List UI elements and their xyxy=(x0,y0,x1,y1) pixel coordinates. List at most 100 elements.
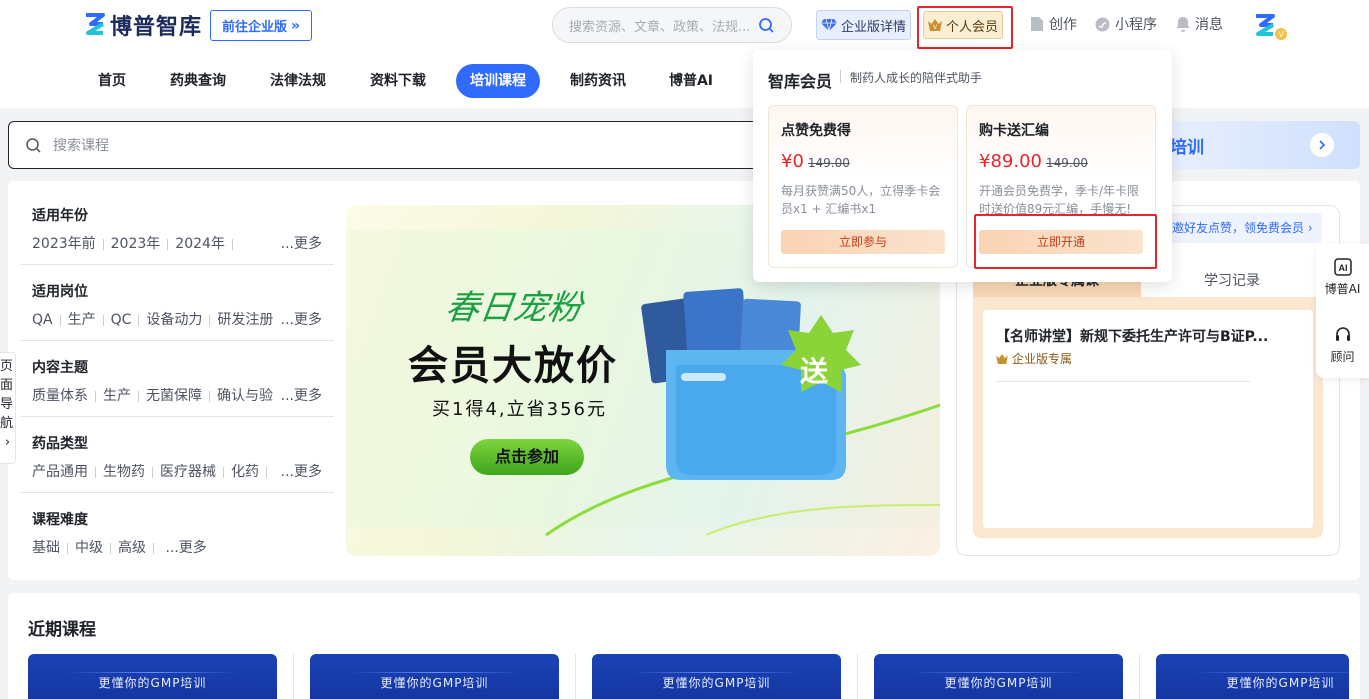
nav-downloads[interactable]: 资料下载 xyxy=(364,64,432,98)
brand-name[interactable]: 博普智库 xyxy=(110,9,202,41)
filter-more-link[interactable]: ...更多 xyxy=(276,385,322,405)
nav-news[interactable]: 制药资讯 xyxy=(564,64,632,98)
hero-cta-button[interactable]: 点击参加 xyxy=(470,439,584,475)
chevron-right-icon: › xyxy=(1307,221,1313,235)
divider xyxy=(1139,654,1140,699)
user-avatar-icon[interactable]: V xyxy=(1254,12,1288,42)
filter-difficulty: 课程难度 基础 中级 高级 ...更多 xyxy=(20,509,334,561)
filter-year: 适用年份 2023年前 2023年 2024年 ...更多 xyxy=(20,205,334,265)
filter-option[interactable]: QC xyxy=(111,312,132,328)
filter-option[interactable]: 2024年 xyxy=(175,236,225,252)
nav-home[interactable]: 首页 xyxy=(86,64,138,98)
vip-crown-icon xyxy=(996,353,1008,364)
divider xyxy=(1196,672,1349,673)
filter-more-link[interactable]: ...更多 xyxy=(276,233,322,253)
messages-label: 消息 xyxy=(1195,17,1223,33)
brand-logo-icon[interactable] xyxy=(84,12,106,36)
filter-more-link[interactable]: ...更多 xyxy=(165,540,206,556)
create-link[interactable]: 创作 xyxy=(1030,14,1077,34)
miniprogram-label: 小程序 xyxy=(1115,17,1157,33)
filter-option[interactable]: 医疗器械 xyxy=(160,464,216,480)
course-list-item[interactable]: 【名师讲堂】新规下委托生产许可与B证P... xyxy=(996,326,1268,346)
course-card-thumbnail[interactable]: 更懂你的GMP培训 xyxy=(592,654,841,699)
filter-option[interactable]: 基础 xyxy=(32,540,60,556)
filter-option[interactable]: 2023年前 xyxy=(32,236,96,252)
enterprise-switch-label: 前往企业版 xyxy=(221,20,287,35)
course-search-input[interactable]: 搜索课程 xyxy=(8,121,768,169)
chevron-right-icon[interactable] xyxy=(1310,133,1334,157)
offer-price: ¥89.00 149.00 xyxy=(979,151,1088,172)
course-card-title: 更懂你的GMP培训 xyxy=(98,676,207,690)
course-search-placeholder: 搜索课程 xyxy=(53,138,109,154)
enterprise-switch-button[interactable]: 前往企业版 » xyxy=(210,10,312,41)
highlight-box-member xyxy=(917,6,1013,49)
course-card-title: 更懂你的GMP培训 xyxy=(380,676,489,690)
nav-laws[interactable]: 法律法规 xyxy=(264,64,332,98)
filter-option[interactable]: 高级 xyxy=(118,540,146,556)
search-icon[interactable] xyxy=(758,17,775,34)
nav-ai[interactable]: 博普AI xyxy=(664,64,718,98)
page-navigation-toggle[interactable]: 页面导航 › xyxy=(0,352,16,464)
offer-price-value: ¥89.00 xyxy=(979,151,1042,172)
offer-card-free: 点赞免费得 ¥0 149.00 每月获赞满50人，立得季卡会员x1 + 汇编书x1… xyxy=(768,105,958,268)
create-label: 创作 xyxy=(1049,17,1077,33)
join-now-button[interactable]: 立即参与 xyxy=(781,230,945,254)
headset-icon xyxy=(1335,327,1350,341)
divider xyxy=(575,654,576,699)
filter-option[interactable]: 生物药 xyxy=(103,464,145,480)
filter-title: 课程难度 xyxy=(32,512,88,528)
global-search-input[interactable]: 搜索资源、文章、政策、法规... xyxy=(552,7,792,43)
divider xyxy=(857,654,858,699)
filter-option[interactable]: 生产 xyxy=(68,312,96,328)
bell-icon xyxy=(1176,17,1190,32)
nav-pharmacopoeia[interactable]: 药典查询 xyxy=(164,64,232,98)
hero-headline: 会员大放价 xyxy=(408,343,618,389)
filter-option[interactable]: 质量体系 xyxy=(32,388,88,404)
enterprise-detail-button[interactable]: 企业版详情 xyxy=(816,10,911,40)
enterprise-detail-label: 企业版详情 xyxy=(840,19,906,35)
hero-badge: 送 xyxy=(800,355,829,388)
miniprogram-link[interactable]: 小程序 xyxy=(1095,14,1157,34)
global-search-placeholder: 搜索资源、文章、政策、法规... xyxy=(569,19,751,35)
course-card-thumbnail[interactable]: 更懂你的GMP培训 xyxy=(874,654,1123,699)
float-advisor-button[interactable]: 顾问 xyxy=(1316,326,1369,365)
course-card-thumbnail[interactable]: 更懂你的GMP培训 xyxy=(310,654,559,699)
filter-option[interactable]: 设备动力 xyxy=(146,312,202,328)
floating-toolbar: AI 博普AI 顾问 xyxy=(1316,244,1369,378)
filter-option[interactable]: 2023年 xyxy=(111,236,161,252)
filter-title: 适用年份 xyxy=(32,208,88,224)
invite-friends-link[interactable]: 邀好友点赞，领免费会员 › xyxy=(1164,213,1322,243)
double-chevron-right-icon: » xyxy=(290,17,301,34)
filter-topic: 内容主题 质量体系 生产 无菌保障 确认与验 ...更多 xyxy=(20,357,334,417)
nav-training[interactable]: 培训课程 xyxy=(456,64,540,98)
filter-title: 药品类型 xyxy=(32,436,88,452)
dropdown-subtitle: 制药人成长的陪伴式助手 xyxy=(850,71,983,85)
filter-options: 基础 中级 高级 ...更多 xyxy=(32,537,332,557)
divider xyxy=(632,672,801,673)
hero-subline: 买1得4,立省356元 xyxy=(432,399,607,420)
messages-link[interactable]: 消息 xyxy=(1176,14,1223,34)
course-card-thumbnail[interactable]: 更懂你的GMP培训 xyxy=(1156,654,1349,699)
recent-courses-title: 近期课程 xyxy=(28,620,96,640)
course-tag: 企业版专属 xyxy=(996,350,1072,367)
filter-more-link[interactable]: ...更多 xyxy=(276,309,322,329)
filter-option[interactable]: 无菌保障 xyxy=(146,388,202,404)
miniprogram-icon xyxy=(1095,17,1110,31)
ai-icon: AI xyxy=(1333,258,1352,276)
filter-option[interactable]: 生产 xyxy=(103,388,131,404)
course-tag-label: 企业版专属 xyxy=(1012,352,1073,366)
filter-option[interactable]: 产品通用 xyxy=(32,464,88,480)
highlight-box-activate xyxy=(974,214,1157,269)
filter-option[interactable]: 化药 xyxy=(231,464,259,480)
filter-more-link[interactable]: ...更多 xyxy=(276,461,322,481)
filter-option[interactable]: 中级 xyxy=(75,540,103,556)
hero-cursive-title: 春日宠粉 xyxy=(442,288,585,328)
course-card-thumbnail[interactable]: 更懂你的GMP培训 xyxy=(28,654,277,699)
training-promo-banner[interactable]: 培训 xyxy=(1150,121,1360,169)
filter-option[interactable]: QA xyxy=(32,312,53,328)
filter-option[interactable]: 研发注册 xyxy=(217,312,273,328)
float-ai-button[interactable]: AI 博普AI xyxy=(1316,258,1369,297)
svg-text:AI: AI xyxy=(1338,263,1347,273)
divider xyxy=(840,70,841,83)
filter-option[interactable]: 确认与验 xyxy=(217,388,273,404)
